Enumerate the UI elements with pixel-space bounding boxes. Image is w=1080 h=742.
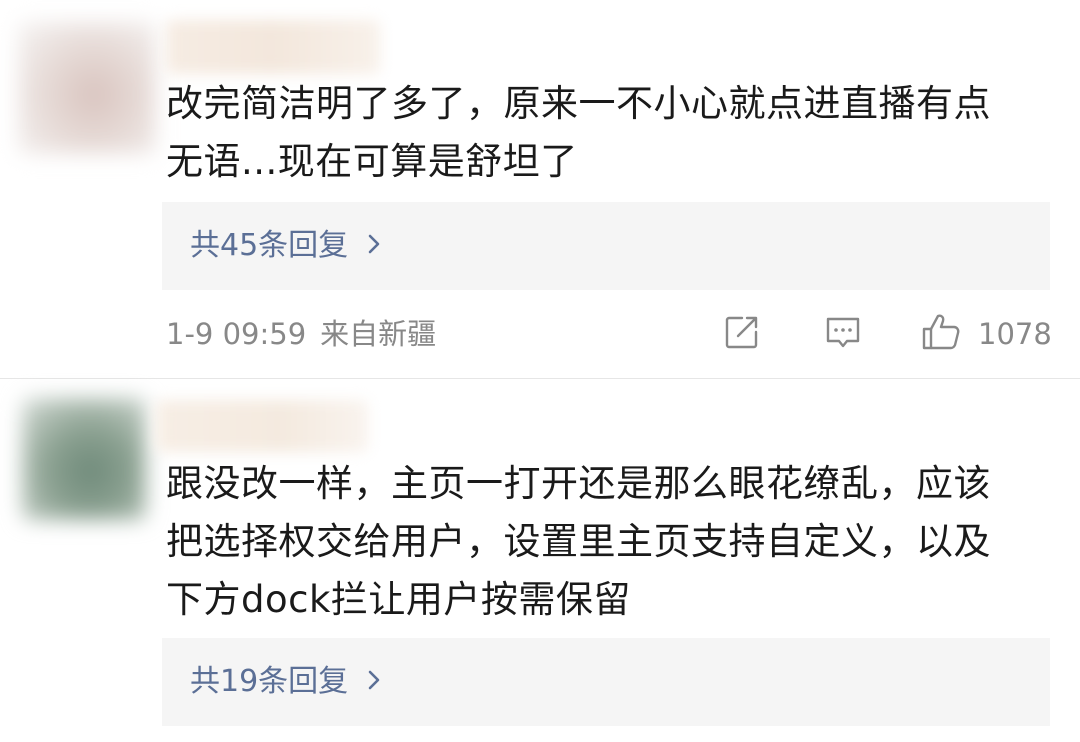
replies-count-label: 共45条回复 [190,228,349,263]
like-count: 1078 [978,317,1052,351]
comment-text-line: 跟没改一样，主页一打开还是那么眼花缭乱，应该 [166,462,991,505]
avatar[interactable] [18,22,156,154]
comment-text-line: 改完简洁明了多了，原来一不小心就点进直播有点 [166,82,991,125]
view-replies-link[interactable]: 共19条回复 [190,638,382,726]
comment-text-line: 无语...现在可算是舒坦了 [166,140,578,183]
comment-location: 来自新疆 [320,317,437,351]
comment-timestamp: 1-9 09:59 [166,317,307,351]
share-button[interactable] [722,312,762,356]
username-blurred[interactable] [156,400,368,452]
like-button[interactable]: 1078 [920,312,1052,356]
thumbs-up-icon [920,311,962,357]
divider [0,378,1080,379]
comment-text-line: 下方dock拦让用户按需保留 [166,578,631,621]
comment-text: 改完简洁明了多了，原来一不小心就点进直播有点 无语...现在可算是舒坦了 [166,75,1046,191]
comment-meta: 1-9 09:59 来自新疆 [166,312,436,356]
chevron-right-icon [366,202,382,290]
comment-item: 跟没改一样，主页一打开还是那么眼花缭乱，应该 把选择权交给用户，设置里主页支持自… [0,380,1080,742]
comment-text-line: 把选择权交给用户，设置里主页支持自定义，以及 [166,520,991,563]
chevron-right-icon [366,638,382,726]
comment-item: 改完简洁明了多了，原来一不小心就点进直播有点 无语...现在可算是舒坦了 共45… [0,0,1080,379]
username-blurred[interactable] [166,20,380,74]
comment-button[interactable] [823,312,863,356]
view-replies-link[interactable]: 共45条回复 [190,202,382,290]
replies-panel[interactable]: 共19条回复 [162,638,1050,726]
replies-panel[interactable]: 共45条回复 [162,202,1050,290]
share-icon [722,312,762,356]
replies-count-label: 共19条回复 [190,664,349,699]
comment-icon [823,312,863,356]
comment-text: 跟没改一样，主页一打开还是那么眼花缭乱，应该 把选择权交给用户，设置里主页支持自… [166,455,1046,629]
avatar[interactable] [22,398,146,520]
